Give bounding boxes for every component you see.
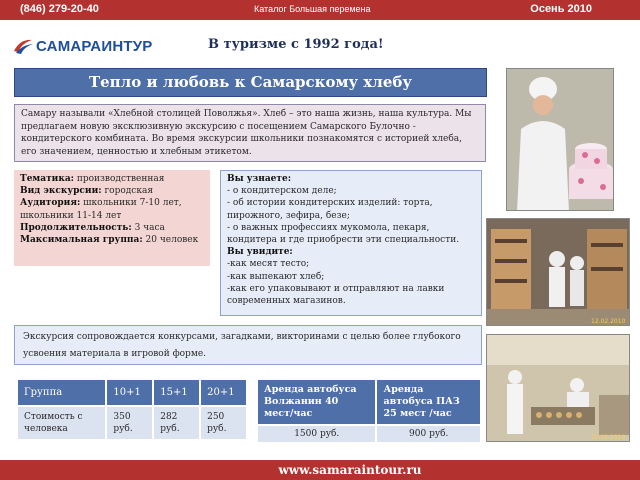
see-heading: Вы увидите: xyxy=(227,247,293,258)
price-header-10: 10+1 xyxy=(105,378,155,407)
learn-item: - о важных профессиях мукомола, пекаря, … xyxy=(227,222,460,246)
top-banner: (846) 279-20-40 Каталог Большая перемена… xyxy=(0,0,640,20)
footer-website[interactable]: www.samaraintour.ru xyxy=(0,460,640,480)
confectioner-illustration xyxy=(507,69,613,210)
price-header-20: 20+1 xyxy=(199,378,248,407)
learn-item: - об истории кондитерских изделий: торта… xyxy=(227,198,433,221)
photo-date-stamp: 12.02.2010 xyxy=(591,318,626,325)
param-audience: Аудитория: школьники 7-10 лет, школьники… xyxy=(20,198,182,221)
learn-heading: Вы узнаете: xyxy=(227,174,292,184)
price-row-label: Стоимость с человека xyxy=(15,405,108,441)
company-logo: САМАРАИНТУР xyxy=(12,35,152,57)
bakery-shop-illustration: 12.02.2010 xyxy=(487,219,629,325)
photo-date-stamp: 10.02.2010 xyxy=(591,434,626,441)
intro-text: Самару называли «Хлебной столицей Поволж… xyxy=(14,104,486,162)
activities-note: Экскурсия сопровождается конкурсами, заг… xyxy=(14,325,482,365)
learn-box: Вы узнаете: - о кондитерском деле; - об … xyxy=(220,170,482,316)
page-title: Тепло и любовь к Самарскому хлебу xyxy=(14,68,487,97)
since-slogan: В туризме с 1992 года! xyxy=(208,37,384,52)
bus-rental-table: Аренда автобуса Волжанин 40 мест/час Аре… xyxy=(255,378,482,444)
phone-number: (846) 279-20-40 xyxy=(20,3,99,15)
param-group-size: Максимальная группа: 20 человек xyxy=(20,235,199,246)
param-duration: Продолжительность: 3 часа xyxy=(20,222,165,233)
price-header-15: 15+1 xyxy=(152,378,202,407)
price-cell: 282 руб. xyxy=(152,405,202,441)
see-item: -как выпекают хлеб; xyxy=(227,271,325,282)
logo-swoosh-icon xyxy=(14,39,33,54)
baking-line-illustration: 10.02.2010 xyxy=(487,335,629,441)
param-topic: Тематика: производственная xyxy=(20,174,165,184)
see-item: -как его упаковывают и отправляют на лав… xyxy=(227,283,445,307)
bus-header-paz: Аренда автобуса ПАЗ 25 мест /час xyxy=(375,378,482,426)
confectioner-photo xyxy=(506,68,614,211)
price-table: Группа 10+1 15+1 20+1 Стоимость с челове… xyxy=(15,378,248,441)
price-cell: 250 руб. xyxy=(199,405,248,441)
bakery-shop-photo: 12.02.2010 xyxy=(486,218,630,326)
bus-header-volzhanin: Аренда автобуса Волжанин 40 мест/час xyxy=(255,378,378,426)
season-label: Осень 2010 xyxy=(530,3,592,15)
brand-name: САМАРАИНТУР xyxy=(36,37,153,55)
bus-price-paz: 900 руб. xyxy=(375,424,482,444)
price-cell: 350 руб. xyxy=(105,405,155,441)
learn-item: - о кондитерском деле; xyxy=(227,186,337,197)
see-item: -как месят тесто; xyxy=(227,259,310,270)
catalog-name: Каталог Большая перемена xyxy=(254,4,371,14)
bus-price-volzhanin: 1500 руб. xyxy=(255,424,378,444)
baking-line-photo: 10.02.2010 xyxy=(486,334,630,442)
tour-params: Тематика: производственная Вид экскурсии… xyxy=(14,170,210,266)
param-type: Вид экскурсии: городская xyxy=(20,186,154,197)
price-header-group: Группа xyxy=(15,378,108,407)
